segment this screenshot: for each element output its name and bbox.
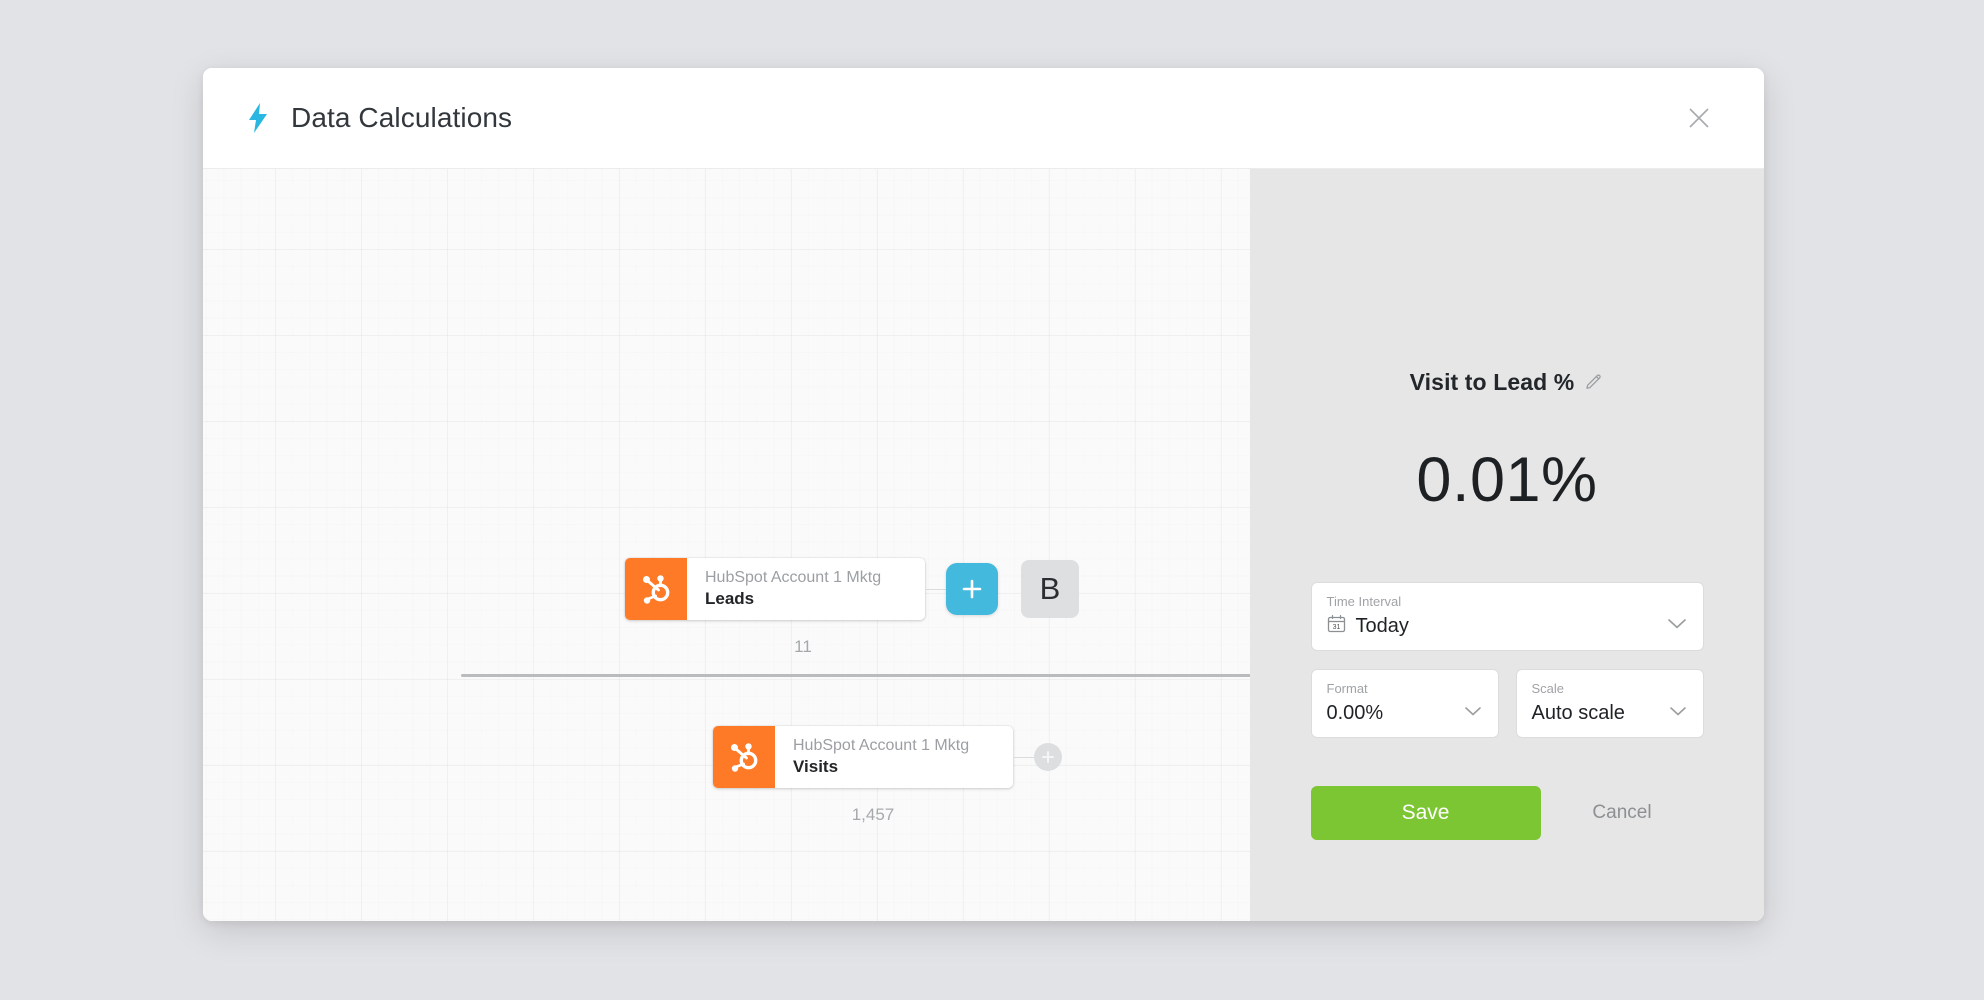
- hubspot-logo-icon: [713, 726, 775, 788]
- settings-fields: Time Interval 31 Today Format 0.00% Scal…: [1310, 582, 1704, 738]
- time-interval-select[interactable]: Time Interval 31 Today: [1310, 582, 1704, 652]
- panel-actions: Save Cancel: [1310, 785, 1704, 840]
- metric-node-value-leads: 11: [794, 637, 812, 656]
- scale-value: Auto scale: [1531, 701, 1625, 724]
- hubspot-logo-icon: [625, 558, 687, 620]
- metric-node-leads[interactable]: HubSpot Account 1 Mktg Leads: [625, 558, 925, 620]
- denominator-row: HubSpot Account 1 Mktg Visits: [713, 726, 1062, 788]
- calendar-icon: 31: [1327, 614, 1346, 638]
- format-scale-row: Format 0.00% Scale Auto scale: [1310, 669, 1704, 738]
- node-connector: [1013, 756, 1034, 758]
- settings-panel: Visit to Lead % 0.01% Time Interval 31 T…: [1250, 169, 1764, 921]
- empty-operand-slot-b[interactable]: B: [1021, 560, 1079, 618]
- calculation-result-value: 0.01%: [1416, 445, 1598, 515]
- format-label: Format: [1326, 681, 1368, 697]
- modal-header: Data Calculations: [203, 68, 1764, 169]
- cancel-button[interactable]: Cancel: [1541, 801, 1704, 825]
- metric-node-name: Leads: [705, 589, 755, 609]
- add-operand-button-denominator[interactable]: [1034, 743, 1062, 771]
- metric-node-account: HubSpot Account 1 Mktg: [705, 568, 882, 586]
- time-interval-label: Time Interval: [1326, 594, 1402, 609]
- format-select[interactable]: Format 0.00%: [1310, 669, 1499, 738]
- lightning-bolt-icon: [243, 101, 273, 135]
- metric-node-value-visits: 1,457: [851, 805, 895, 824]
- metric-node-visits[interactable]: HubSpot Account 1 Mktg Visits: [713, 726, 1013, 788]
- add-operand-button-numerator[interactable]: [946, 563, 998, 615]
- calculation-title-group: Visit to Lead %: [1410, 369, 1605, 396]
- format-value: 0.00%: [1326, 701, 1384, 724]
- svg-text:31: 31: [1332, 624, 1340, 631]
- node-connector: [925, 588, 946, 590]
- screen: Data Calculations HubSpot Account 1 Mktg…: [0, 0, 1984, 1000]
- chevron-down-icon: [1464, 704, 1482, 722]
- modal-body: HubSpot Account 1 Mktg Leads B 11 HubSpo…: [203, 169, 1764, 921]
- close-icon[interactable]: [1682, 101, 1716, 135]
- numerator-row: HubSpot Account 1 Mktg Leads B: [625, 558, 1079, 620]
- metric-node-name: Visits: [793, 757, 839, 777]
- calculation-title: Visit to Lead %: [1409, 369, 1575, 395]
- scale-select[interactable]: Scale Auto scale: [1515, 669, 1704, 738]
- pencil-icon[interactable]: [1585, 373, 1604, 392]
- save-button[interactable]: Save: [1310, 785, 1541, 840]
- formula-canvas[interactable]: HubSpot Account 1 Mktg Leads B 11 HubSpo…: [203, 169, 1250, 921]
- page-title: Data Calculations: [291, 102, 513, 133]
- data-calculations-modal: Data Calculations HubSpot Account 1 Mktg…: [203, 68, 1764, 921]
- metric-node-text: HubSpot Account 1 Mktg Visits: [775, 726, 1013, 788]
- scale-label: Scale: [1531, 681, 1565, 697]
- metric-node-account: HubSpot Account 1 Mktg: [793, 736, 970, 754]
- fraction-divider: [461, 674, 1250, 677]
- metric-node-text: HubSpot Account 1 Mktg Leads: [687, 558, 925, 620]
- chevron-down-icon: [1669, 704, 1687, 722]
- chevron-down-icon: [1667, 617, 1687, 635]
- time-interval-value: Today: [1355, 614, 1409, 637]
